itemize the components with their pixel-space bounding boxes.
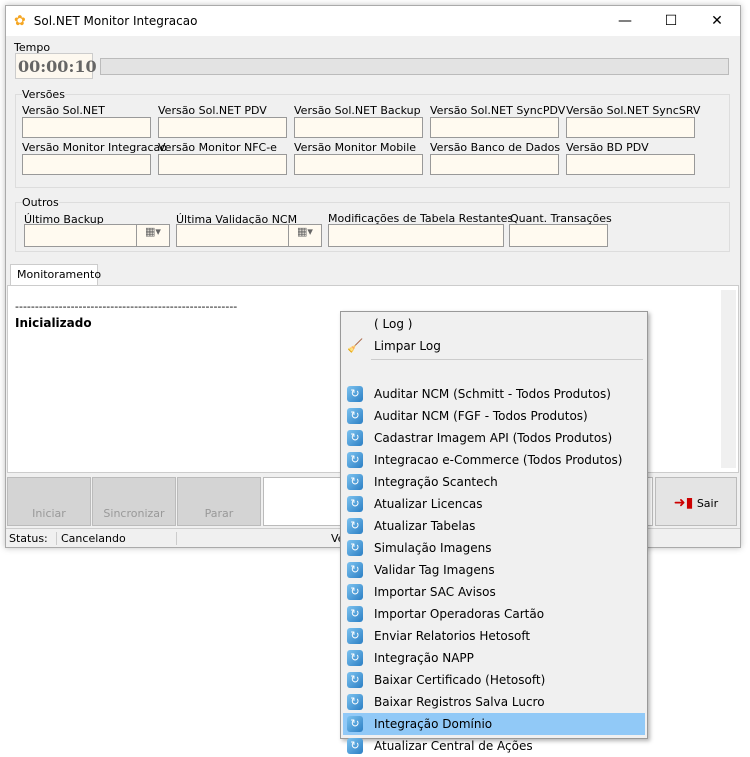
iniciar-button[interactable]: Iniciar [7,477,91,526]
versao-label: Versão Sol.NET PDV [158,104,267,117]
app-icon: ✿ [14,13,26,29]
log-scrollbar[interactable] [721,290,736,468]
versao-field[interactable] [22,154,151,175]
progress-bar [100,58,729,75]
versao-field[interactable] [22,117,151,138]
menu-item[interactable]: ↻ Simulação Imagens [343,537,645,559]
menu-item[interactable]: ↻ Auditar NCM (Schmitt - Todos Produtos) [343,383,645,405]
versao-field[interactable] [566,117,695,138]
refresh-icon: ↻ [347,430,363,446]
context-menu: ( Log ) 🧹 Limpar Log ↻ Auditar NCM (Schmitt … [340,311,648,754]
versao-label: Versão Sol.NET SyncPDV [430,104,566,117]
menu-item[interactable]: ↻ Integração Scantech [343,471,645,493]
versao-field[interactable] [430,154,559,175]
quant-field[interactable] [509,224,608,247]
menu-separator [371,359,643,360]
refresh-icon: ↻ [347,672,363,688]
refresh-icon: ↻ [347,540,363,556]
tab-monitoramento[interactable]: Monitoramento [10,264,101,286]
refresh-icon: ↻ [347,518,363,534]
versao-field[interactable] [294,154,423,175]
versao-label: Versão Sol.NET [22,104,105,117]
versao-label: Versão Monitor Mobile [294,141,417,154]
refresh-icon: ↻ [347,562,363,578]
calendar-icon[interactable]: ▦▾ [136,225,169,246]
timer-display: 00:00:10 [15,53,97,79]
refresh-icon: ↻ [347,628,363,644]
versao-label: Versão Sol.NET SyncSRV [566,104,701,117]
refresh-icon: ↻ [347,474,363,490]
sincronizar-button[interactable]: Sincronizar [92,477,176,526]
versao-field[interactable] [158,154,287,175]
refresh-icon: ↻ [347,650,363,666]
menu-item[interactable]: ↻ Integracao e-Commerce (Todos Produtos) [343,449,645,471]
menu-item[interactable]: ↻ Atualizar Central de Ações [343,735,645,757]
minimize-button[interactable]: — [602,6,648,36]
menu-item[interactable]: ↻ Baixar Registros Salva Lucro [343,691,645,713]
refresh-icon: ↻ [347,606,363,622]
refresh-icon: ↻ [347,584,363,600]
versao-label: Versão Monitor NFC-e [158,141,277,154]
status-value: Cancelando [61,531,177,545]
menu-item[interactable]: ↻ Atualizar Licencas [343,493,645,515]
refresh-icon: ↻ [347,716,363,732]
menu-item[interactable]: ↻ Atualizar Tabelas [343,515,645,537]
exit-door-icon: ➜▮ [673,495,694,511]
versao-field[interactable] [430,117,559,138]
refresh-icon: ↻ [347,408,363,424]
versao-field[interactable] [566,154,695,175]
versoes-title: Versões [22,88,65,101]
outros-title: Outros [22,196,59,209]
sair-button[interactable]: ➜▮ Sair [655,477,737,526]
menu-item[interactable]: ↻ Importar SAC Avisos [343,581,645,603]
log-line-status: Inicializado [15,316,92,330]
ultima-validacao-date-picker[interactable]: ▦▾ [176,224,322,247]
modificacoes-field[interactable] [328,224,504,247]
refresh-icon: ↻ [347,496,363,512]
maximize-button[interactable]: ☐ [648,6,694,36]
menu-item[interactable]: 🧹 Limpar Log [343,335,645,357]
menu-item[interactable]: ↻ Cadastrar Imagem API (Todos Produtos) [343,427,645,449]
broom-icon: 🧹 [347,338,364,354]
calendar-icon[interactable]: ▦▾ [288,225,321,246]
refresh-icon: ↻ [347,738,363,754]
refresh-icon: ↻ [347,452,363,468]
versao-field[interactable] [158,117,287,138]
status-label: Status: [9,531,57,545]
menu-item[interactable]: ↻ Validar Tag Imagens [343,559,645,581]
versao-label: Versão BD PDV [566,141,649,154]
menu-item[interactable]: ↻ Baixar Certificado (Hetosoft) [343,669,645,691]
window-title: Sol.NET Monitor Integracao [33,14,198,28]
refresh-icon: ↻ [347,694,363,710]
menu-item[interactable]: ( Log ) [343,313,645,335]
parar-button[interactable]: Parar [177,477,261,526]
title-bar: ✿ Sol.NET Monitor Integracao — ☐ ✕ [6,6,740,36]
versao-label: Versão Sol.NET Backup [294,104,421,117]
menu-item[interactable]: ↻ Auditar NCM (FGF - Todos Produtos) [343,405,645,427]
menu-item[interactable]: ↻ Importar Operadoras Cartão [343,603,645,625]
versao-label: Versão Banco de Dados [430,141,561,154]
menu-item[interactable]: ↻ Enviar Relatorios Hetosoft [343,625,645,647]
menu-item[interactable]: ↻ Integração Domínio [343,713,645,735]
menu-item[interactable]: ↻ Integração NAPP [343,647,645,669]
versao-field[interactable] [294,117,423,138]
close-button[interactable]: ✕ [694,6,740,36]
log-line-separator: ----------------------------------------… [15,300,238,313]
ultimo-backup-date-picker[interactable]: ▦▾ [24,224,170,247]
versao-label: Versão Monitor Integracao [22,141,168,154]
refresh-icon: ↻ [347,386,363,402]
